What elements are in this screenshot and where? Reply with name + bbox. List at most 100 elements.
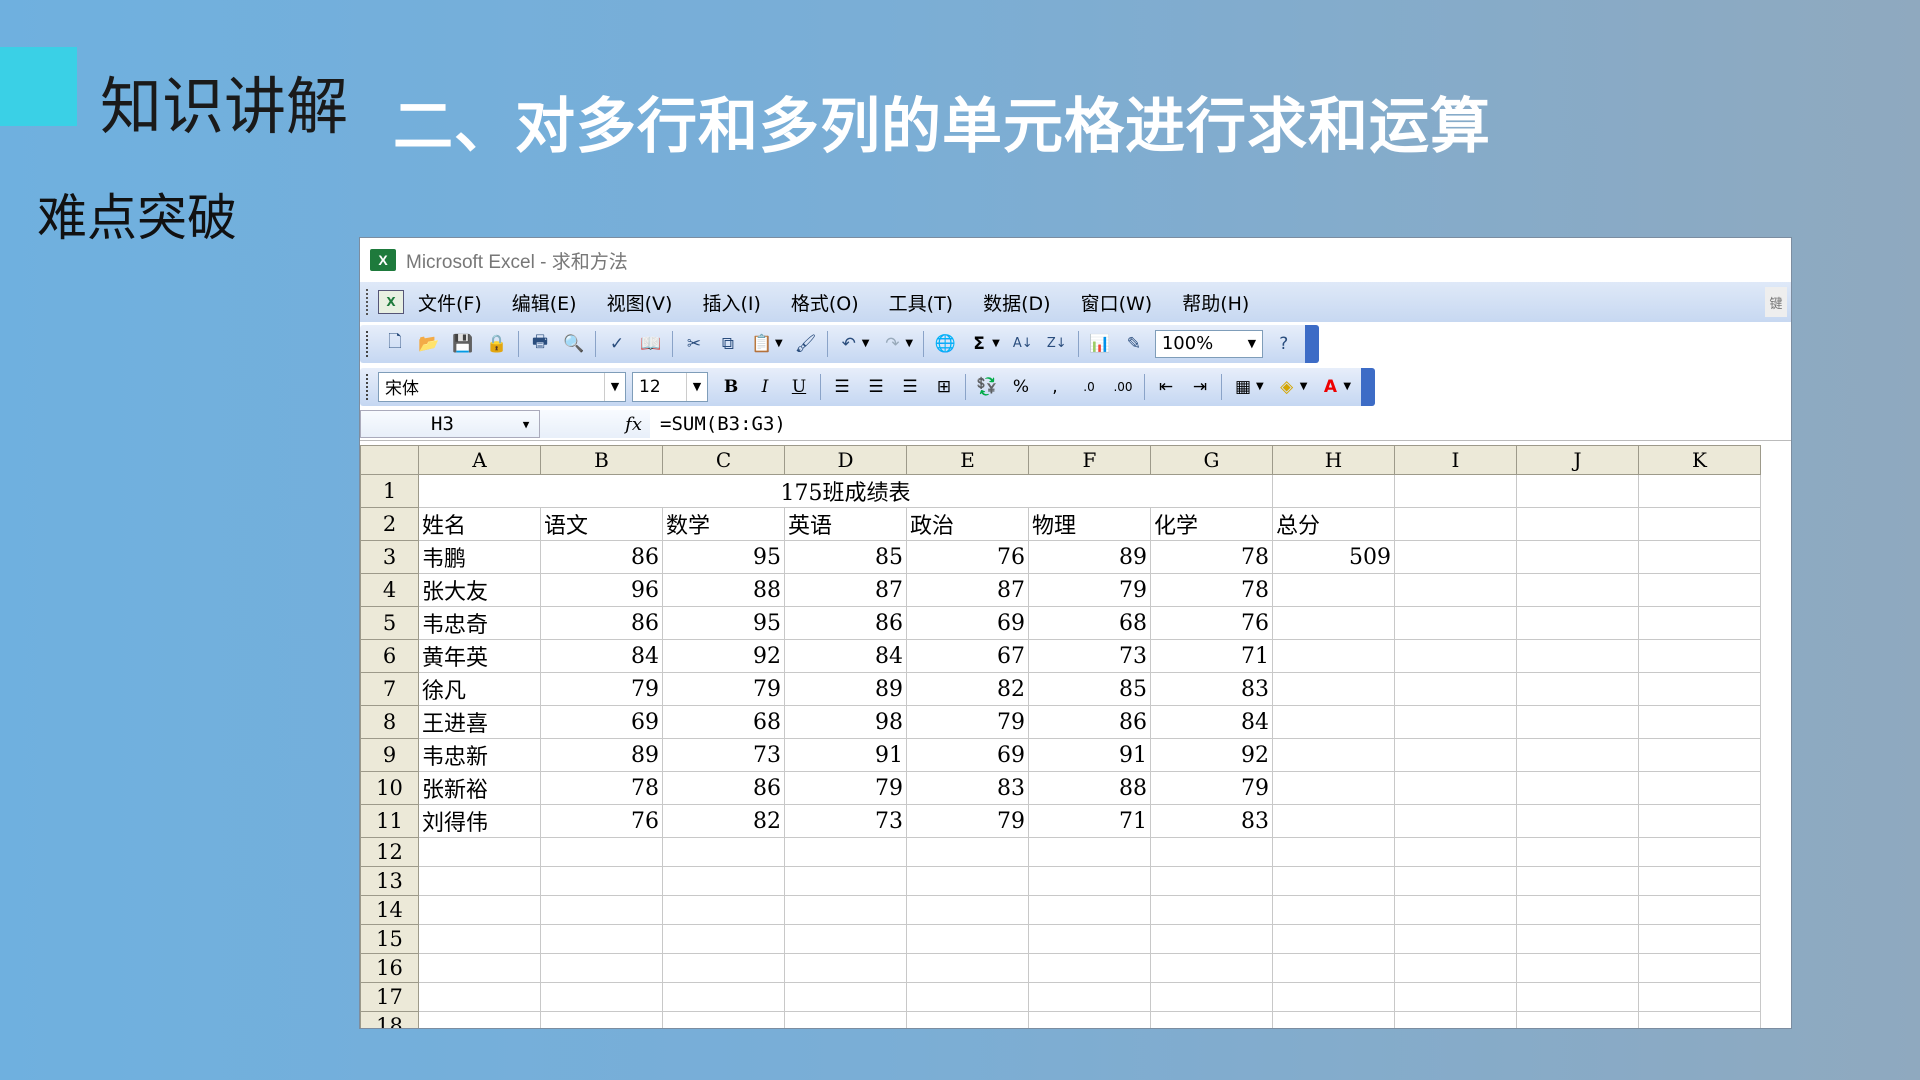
font-size-combo[interactable]: 12 ▼ xyxy=(632,371,708,402)
cell[interactable] xyxy=(1516,639,1639,673)
score-cell[interactable]: 89 xyxy=(1028,540,1151,574)
row-header[interactable]: 4 xyxy=(360,573,419,607)
score-cell[interactable]: 85 xyxy=(1028,672,1151,706)
cell[interactable] xyxy=(1516,771,1639,805)
score-cell[interactable]: 86 xyxy=(784,606,907,640)
bold-icon[interactable]: B xyxy=(718,374,744,400)
cell[interactable] xyxy=(1394,895,1517,925)
score-cell[interactable]: 71 xyxy=(1028,804,1151,838)
cell[interactable] xyxy=(1028,837,1151,867)
menu-data[interactable]: 数据(D) xyxy=(983,289,1050,316)
cell[interactable] xyxy=(1150,953,1273,983)
cell[interactable] xyxy=(1516,672,1639,706)
cell[interactable] xyxy=(1516,507,1639,541)
score-cell[interactable]: 87 xyxy=(784,573,907,607)
cell[interactable] xyxy=(1150,1011,1273,1028)
cell[interactable] xyxy=(1150,837,1273,867)
menu-file[interactable]: 文件(F) xyxy=(418,289,482,316)
toolbar-options-icon[interactable] xyxy=(1304,324,1319,363)
borders-icon[interactable]: ▦ xyxy=(1230,374,1256,400)
cell[interactable] xyxy=(1638,1011,1761,1028)
student-name-cell[interactable]: 黄年英 xyxy=(418,639,541,673)
cell[interactable] xyxy=(1638,606,1761,640)
cell[interactable] xyxy=(1638,573,1761,607)
score-cell[interactable]: 88 xyxy=(662,573,785,607)
formula-input[interactable]: =SUM(B3:G3) xyxy=(650,413,786,435)
cell[interactable] xyxy=(1638,639,1761,673)
cell[interactable] xyxy=(662,866,785,896)
cell[interactable] xyxy=(1516,573,1639,607)
student-name-cell[interactable]: 韦忠奇 xyxy=(418,606,541,640)
cell[interactable] xyxy=(784,924,907,954)
table-title-cell[interactable]: 175班成绩表 xyxy=(418,474,1273,508)
score-cell[interactable]: 95 xyxy=(662,540,785,574)
score-cell[interactable]: 76 xyxy=(1150,606,1273,640)
column-header-a[interactable]: A xyxy=(418,445,541,475)
score-cell[interactable]: 86 xyxy=(662,771,785,805)
cell[interactable] xyxy=(540,866,663,896)
total-cell[interactable] xyxy=(1272,606,1395,640)
header-cell[interactable]: 姓名 xyxy=(418,507,541,541)
merge-center-icon[interactable]: ⊞ xyxy=(931,374,957,400)
cell[interactable] xyxy=(1638,507,1761,541)
column-header-f[interactable]: F xyxy=(1028,445,1151,475)
student-name-cell[interactable]: 韦鹏 xyxy=(418,540,541,574)
paste-dropdown-icon[interactable]: ▼ xyxy=(775,338,783,349)
score-cell[interactable]: 73 xyxy=(784,804,907,838)
row-header[interactable]: 9 xyxy=(360,738,419,772)
font-color-icon[interactable]: A xyxy=(1317,374,1343,400)
column-header-k[interactable]: K xyxy=(1638,445,1761,475)
font-name-combo[interactable]: 宋体 ▼ xyxy=(378,371,626,402)
cell[interactable] xyxy=(1028,924,1151,954)
fill-color-dropdown-icon[interactable]: ▼ xyxy=(1300,381,1308,392)
cell[interactable] xyxy=(540,953,663,983)
total-cell[interactable] xyxy=(1272,705,1395,739)
cell[interactable] xyxy=(418,953,541,983)
row-header[interactable]: 18 xyxy=(360,1011,419,1028)
score-cell[interactable]: 88 xyxy=(1028,771,1151,805)
score-cell[interactable]: 82 xyxy=(662,804,785,838)
column-header-h[interactable]: H xyxy=(1272,445,1395,475)
cell[interactable] xyxy=(540,982,663,1012)
menu-insert[interactable]: 插入(I) xyxy=(702,289,760,316)
cell[interactable] xyxy=(1028,895,1151,925)
cell[interactable] xyxy=(540,837,663,867)
cell[interactable] xyxy=(1516,837,1639,867)
student-name-cell[interactable]: 张大友 xyxy=(418,573,541,607)
cell[interactable] xyxy=(1150,924,1273,954)
align-left-icon[interactable]: ☰ xyxy=(829,374,855,400)
cell[interactable] xyxy=(1516,540,1639,574)
row-header[interactable]: 10 xyxy=(360,771,419,805)
help-icon[interactable]: ? xyxy=(1271,331,1297,357)
cell[interactable] xyxy=(1394,837,1517,867)
row-header[interactable]: 1 xyxy=(360,474,419,508)
undo-dropdown-icon[interactable]: ▼ xyxy=(862,338,870,349)
cell[interactable] xyxy=(1028,953,1151,983)
row-header[interactable]: 2 xyxy=(360,507,419,541)
score-cell[interactable]: 73 xyxy=(1028,639,1151,673)
score-cell[interactable]: 78 xyxy=(1150,540,1273,574)
cell[interactable] xyxy=(1516,606,1639,640)
menu-edit[interactable]: 编辑(E) xyxy=(512,289,577,316)
cell[interactable] xyxy=(784,1011,907,1028)
row-header[interactable]: 16 xyxy=(360,953,419,983)
menu-grip-handle[interactable] xyxy=(366,289,372,315)
score-cell[interactable]: 69 xyxy=(906,606,1029,640)
cell[interactable] xyxy=(1394,606,1517,640)
workbook-icon[interactable]: X xyxy=(378,290,404,314)
cell[interactable] xyxy=(1516,953,1639,983)
total-cell[interactable]: 509 xyxy=(1272,540,1395,574)
cell[interactable] xyxy=(418,837,541,867)
score-cell[interactable]: 89 xyxy=(784,672,907,706)
increase-decimal-icon[interactable]: .0 xyxy=(1076,374,1102,400)
score-cell[interactable]: 79 xyxy=(906,705,1029,739)
cell[interactable] xyxy=(1638,474,1761,508)
redo-dropdown-icon[interactable]: ▼ xyxy=(905,338,913,349)
cell[interactable] xyxy=(1394,507,1517,541)
permission-icon[interactable]: 🔒 xyxy=(484,331,510,357)
student-name-cell[interactable]: 王进喜 xyxy=(418,705,541,739)
header-cell[interactable]: 总分 xyxy=(1272,507,1395,541)
header-cell[interactable]: 政治 xyxy=(906,507,1029,541)
format-painter-icon[interactable]: 🖌 xyxy=(793,331,819,357)
total-cell[interactable] xyxy=(1272,639,1395,673)
